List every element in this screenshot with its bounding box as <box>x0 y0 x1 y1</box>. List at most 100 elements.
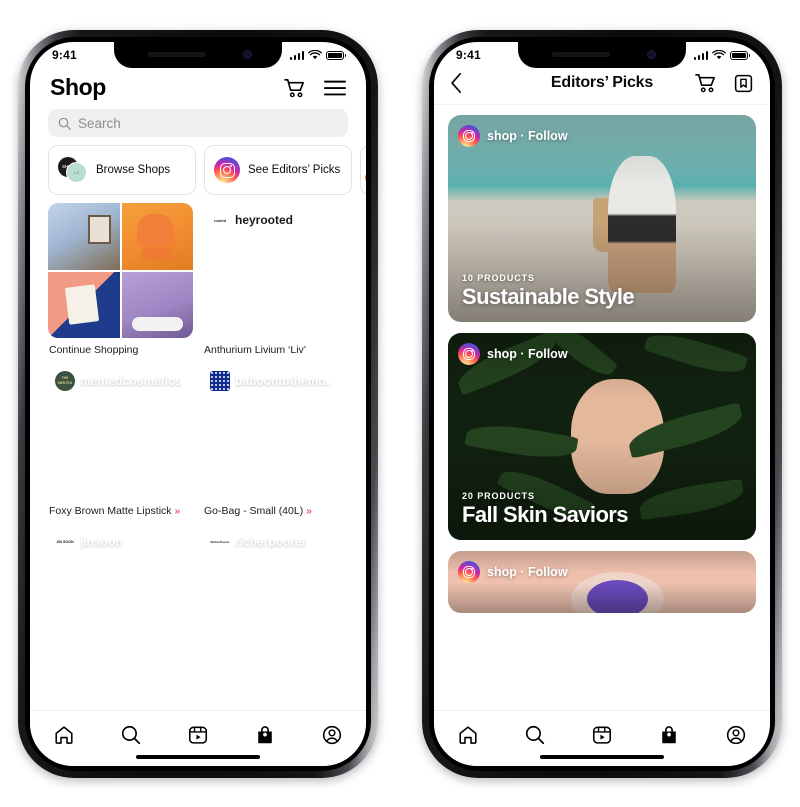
search-area: Search <box>30 105 366 145</box>
cellular-bars-icon <box>693 50 708 60</box>
tab-search[interactable] <box>514 720 556 750</box>
product-image <box>48 203 193 338</box>
brand-row: JIN SOON jinsoon <box>55 532 123 552</box>
product-card[interactable]: rooted heyrooted Anthurium Livium ‘Liv’ <box>203 203 348 356</box>
tab-home[interactable] <box>43 720 85 750</box>
chip-label: Browse Shops <box>96 163 171 176</box>
screenshot-stage: 9:41 Shop Search LA Browse Shops See Edi… <box>0 0 800 807</box>
navigation-bar: Editors’ Picks <box>434 68 770 105</box>
phone-right-editors-picks: 9:41 Editors’ Picks shop · Follow 10 PRO… <box>422 30 782 778</box>
product-caption: Go-Bag - Small (40L) » <box>204 505 312 517</box>
reels-icon <box>592 726 611 744</box>
brand-row: RicherPoorer richerpoorer <box>210 532 306 552</box>
brand-row: THE MENTED mentedcosmetics <box>55 371 181 391</box>
chevron-double-right-icon: » <box>306 505 312 517</box>
tab-reels[interactable] <box>177 720 219 750</box>
brand-name: baboontothemo.. <box>235 374 333 388</box>
product-count: 10 PRODUCTS <box>462 273 535 283</box>
brand-logo: JIN SOON <box>55 532 75 552</box>
battery-full-icon <box>326 50 346 60</box>
header-actions <box>284 78 346 98</box>
hamburger-menu-icon[interactable] <box>324 79 346 97</box>
product-image: rooted heyrooted <box>203 203 348 338</box>
chevron-left-icon[interactable] <box>450 72 463 94</box>
collection-author-row[interactable]: shop · Follow <box>458 343 568 365</box>
product-grid: Continue Shopping rooted heyrooted Anthu… <box>30 195 366 615</box>
product-card[interactable]: JIN SOON jinsoon <box>48 525 193 615</box>
product-image: baboontothemo.. <box>203 364 348 499</box>
profile-icon <box>727 725 746 745</box>
brand-name: richerpoorer <box>235 535 307 549</box>
chip-see-editors-picks[interactable]: See Editors’ Picks <box>204 145 352 195</box>
collection-author: shop · Follow <box>487 129 568 143</box>
chip-label: See Editors’ Picks <box>248 163 341 176</box>
instagram-glyph-icon <box>458 561 480 583</box>
shopping-cart-icon[interactable] <box>284 78 306 98</box>
page-title: Shop <box>50 74 106 100</box>
tab-profile[interactable] <box>311 720 353 750</box>
brand-logo: RicherPoorer <box>210 532 230 552</box>
product-caption: Continue Shopping <box>49 344 139 356</box>
collection-author-row[interactable]: shop · Follow <box>458 125 568 147</box>
collections-list: shop · Follow 10 PRODUCTS Sustainable St… <box>434 105 770 613</box>
product-image: RicherPoorer richerpoorer <box>203 525 348 615</box>
tab-home[interactable] <box>447 720 489 750</box>
collection-author: shop · Follow <box>487 565 568 579</box>
collection-title: Fall Skin Saviors <box>462 502 628 527</box>
chevron-double-right-icon: » <box>174 505 180 517</box>
brand-name: heyrooted <box>235 213 294 227</box>
status-clock: 9:41 <box>456 48 481 62</box>
product-count: 20 PRODUCTS <box>462 491 535 501</box>
collection-card[interactable]: shop · Follow 20 PRODUCTS Fall Skin Savi… <box>448 333 756 540</box>
product-card[interactable]: Continue Shopping <box>48 203 193 356</box>
phone-left-screen: 9:41 Shop Search LA Browse Shops See Edi… <box>30 42 366 766</box>
shopping-cart-icon[interactable] <box>695 73 717 93</box>
collection-meta: 20 PRODUCTS Fall Skin Saviors <box>462 491 628 528</box>
instagram-glyph-icon <box>214 157 240 183</box>
status-indicators <box>693 49 750 61</box>
tab-profile[interactable] <box>715 720 757 750</box>
brand-logo <box>210 371 230 391</box>
profile-icon <box>323 725 342 745</box>
reels-icon <box>188 726 207 744</box>
home-indicator <box>136 754 260 759</box>
home-indicator <box>540 754 664 759</box>
brand-logo: THE MENTED <box>55 371 75 391</box>
collection-author: shop · Follow <box>487 347 568 361</box>
quick-action-chips: SHOPLA Browse Shops See Editors’ Picks <box>30 145 366 195</box>
product-card[interactable]: THE MENTED mentedcosmetics Foxy Brown Ma… <box>48 364 193 517</box>
tab-shop[interactable] <box>648 720 690 750</box>
saved-collection-icon[interactable] <box>733 73 754 94</box>
product-caption: Foxy Brown Matte Lipstick » <box>49 505 180 517</box>
collection-author-row[interactable]: shop · Follow <box>458 561 568 583</box>
search-icon <box>121 725 140 745</box>
wifi-icon <box>308 49 322 59</box>
collection-card[interactable]: shop · Follow <box>448 551 756 613</box>
collection-meta: 10 PRODUCTS Sustainable Style <box>462 273 635 310</box>
status-indicators <box>289 49 346 61</box>
search-icon <box>525 725 544 745</box>
phone-left-shop-home: 9:41 Shop Search LA Browse Shops See Edi… <box>18 30 378 778</box>
brand-name: mentedcosmetics <box>80 374 182 388</box>
tab-search[interactable] <box>110 720 152 750</box>
home-icon <box>459 726 477 744</box>
home-icon <box>55 726 73 744</box>
search-placeholder: Search <box>78 115 121 131</box>
tab-shop[interactable] <box>244 720 286 750</box>
brand-row: baboontothemo.. <box>210 371 332 391</box>
wifi-icon <box>712 49 726 59</box>
partial-chip-icon <box>361 146 366 194</box>
chip-partial-next[interactable] <box>360 145 366 195</box>
shop-avatars-icon: SHOPLA <box>58 156 88 184</box>
product-card[interactable]: baboontothemo.. Go-Bag - Small (40L) » <box>203 364 348 517</box>
chip-browse-shops[interactable]: SHOPLA Browse Shops <box>48 145 196 195</box>
phone-right-screen: 9:41 Editors’ Picks shop · Follow 10 PRO… <box>434 42 770 766</box>
collection-card[interactable]: shop · Follow 10 PRODUCTS Sustainable St… <box>448 115 756 322</box>
product-card[interactable]: RicherPoorer richerpoorer <box>203 525 348 615</box>
collage-art <box>48 203 193 338</box>
search-input[interactable]: Search <box>48 109 348 137</box>
brand-logo: rooted <box>210 210 230 230</box>
nav-actions <box>695 73 754 94</box>
tab-reels[interactable] <box>581 720 623 750</box>
product-image: JIN SOON jinsoon <box>48 525 193 615</box>
